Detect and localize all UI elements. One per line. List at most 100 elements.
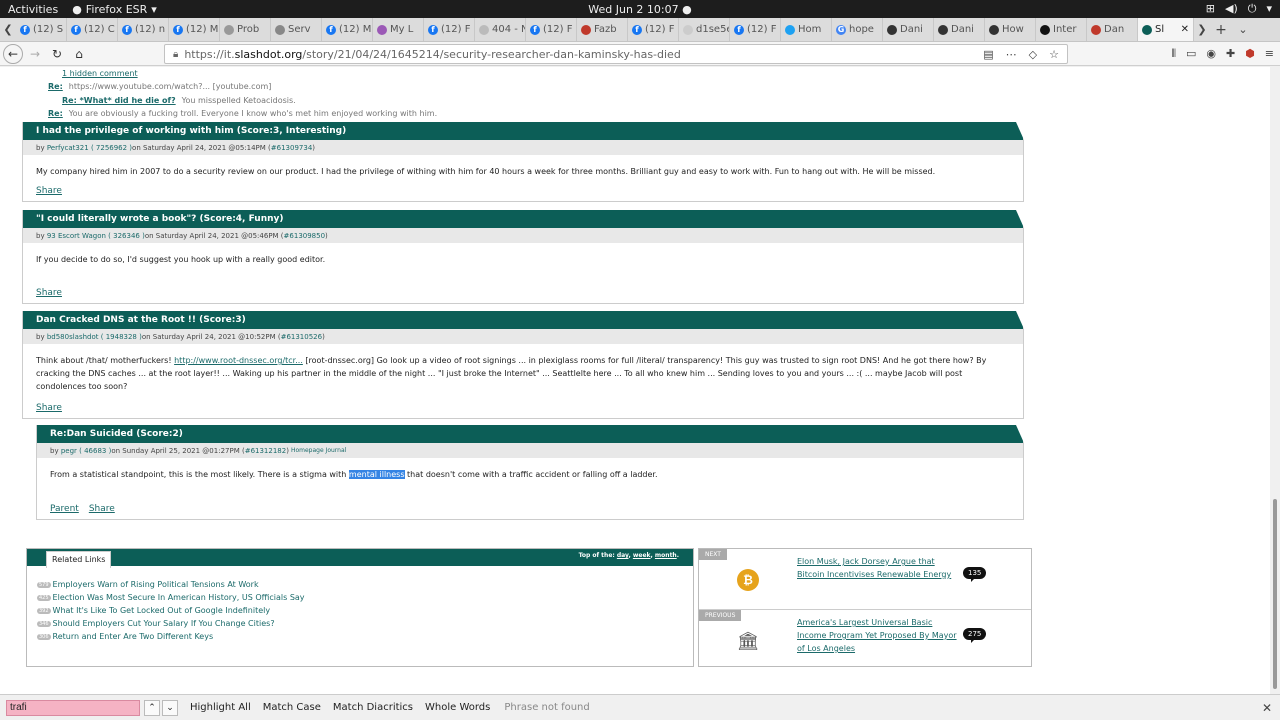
lock-icon[interactable]: 🔒︎ xyxy=(173,49,178,60)
find-next-button[interactable]: ⌄ xyxy=(162,699,178,716)
homepage-journal-link[interactable]: Homepage Journal xyxy=(291,447,346,454)
share-link[interactable]: Share xyxy=(36,288,62,298)
share-link[interactable]: Share xyxy=(36,186,62,196)
tab-scroll-left-button[interactable]: ❮ xyxy=(0,18,16,41)
pocket-icon[interactable]: ◇ xyxy=(1029,48,1037,61)
related-link[interactable]: Return and Enter Are Two Different Keys xyxy=(53,632,214,641)
comment-uid-link[interactable]: ( 7256962 ) xyxy=(91,144,132,152)
comment-author-link[interactable]: Perfycat321 xyxy=(47,144,89,152)
hidden-comment-text[interactable]: 1 hidden comment xyxy=(62,69,138,78)
forward-button[interactable]: → xyxy=(25,44,45,64)
related-link[interactable]: Election Was Most Secure In American His… xyxy=(53,593,305,602)
account-icon[interactable]: ◉ xyxy=(1206,47,1216,61)
close-icon[interactable]: ✕ xyxy=(1262,701,1272,715)
bookmark-star-icon[interactable]: ☆ xyxy=(1049,48,1059,61)
home-button[interactable]: ⌂ xyxy=(69,44,89,64)
comment-title[interactable]: Dan Cracked DNS at the Root !! (Score:3) xyxy=(23,311,1024,329)
browser-tab[interactable]: Fazb xyxy=(577,18,628,41)
comment-id-link[interactable]: #61310526 xyxy=(281,333,323,341)
browser-tab[interactable]: Prob xyxy=(220,18,271,41)
reader-view-icon[interactable]: ▤ xyxy=(983,48,993,61)
browser-tab[interactable]: Serv xyxy=(271,18,322,41)
tab-related-links[interactable]: Related Links xyxy=(46,551,112,568)
close-tab-icon[interactable]: ✕ xyxy=(1181,24,1189,35)
top-week-link[interactable]: week xyxy=(633,552,651,559)
find-previous-button[interactable]: ⌃ xyxy=(144,699,160,716)
top-day-link[interactable]: day xyxy=(617,552,629,559)
external-link[interactable]: http://www.root-dnssec.org/tcr... xyxy=(174,356,303,365)
browser-tab[interactable]: f (12) F xyxy=(526,18,577,41)
share-link[interactable]: Share xyxy=(36,403,62,413)
app-menu[interactable]: ● Firefox ESR ▾ xyxy=(72,3,157,16)
scrollbar-thumb[interactable] xyxy=(1273,499,1277,689)
comment-uid-link[interactable]: ( 1948328 ) xyxy=(101,333,142,341)
related-link[interactable]: Employers Warn of Rising Political Tensi… xyxy=(53,580,259,589)
comment-title[interactable]: "I could literally wrote a book"? (Score… xyxy=(23,210,1024,228)
comment-id-link[interactable]: #61312182 xyxy=(245,447,287,455)
page-scrollbar[interactable] xyxy=(1270,67,1280,694)
top-month-link[interactable]: month xyxy=(655,552,677,559)
browser-tab[interactable]: How xyxy=(985,18,1036,41)
reply-link[interactable]: Re: *What* did he die of? xyxy=(62,96,176,105)
page-actions-icon[interactable]: ⋯ xyxy=(1006,48,1017,61)
next-story-link[interactable]: Elon Musk, Jack Dorsey Argue that Bitcoi… xyxy=(797,555,961,581)
activities-button[interactable]: Activities xyxy=(8,3,58,16)
parent-link[interactable]: Parent xyxy=(50,504,79,514)
browser-tab[interactable]: Dan xyxy=(1087,18,1138,41)
comment-uid-link[interactable]: ( 326346 ) xyxy=(108,232,145,240)
browser-tab[interactable]: f (12) M xyxy=(322,18,373,41)
browser-tab[interactable]: f (12) M xyxy=(169,18,220,41)
comment-count-badge[interactable]: 135 xyxy=(963,567,987,582)
reload-button[interactable]: ↻ xyxy=(47,44,67,64)
comment-count-badge[interactable]: 275 xyxy=(963,628,987,643)
comment-author-link[interactable]: 93 Escort Wagon xyxy=(47,232,106,240)
browser-tab[interactable]: 404 - N xyxy=(475,18,526,41)
meta-close: ) xyxy=(312,143,316,152)
browser-tab[interactable]: Sl ✕ xyxy=(1138,18,1194,41)
related-link[interactable]: Should Employers Cut Your Salary If You … xyxy=(53,619,275,628)
sidebar-icon[interactable]: ▭ xyxy=(1186,47,1196,61)
comment-author-link[interactable]: pegr xyxy=(61,447,77,455)
browser-tab[interactable]: Hom xyxy=(781,18,832,41)
browser-tab[interactable]: f (12) F xyxy=(730,18,781,41)
browser-tab[interactable]: f (12) C xyxy=(67,18,118,41)
match-case-checkbox[interactable]: Match Case xyxy=(263,702,321,713)
tab-list-button[interactable]: ⌄ xyxy=(1232,18,1254,41)
browser-tab[interactable]: My L xyxy=(373,18,424,41)
match-diacritics-checkbox[interactable]: Match Diacritics xyxy=(333,702,413,713)
comment-id-link[interactable]: #61309850 xyxy=(284,232,326,240)
url-bar[interactable]: 🔒︎ https://it.slashdot.org/story/21/04/2… xyxy=(164,44,1068,64)
extension-icon[interactable]: ✚ xyxy=(1226,47,1235,61)
related-link[interactable]: What It's Like To Get Locked Out of Goog… xyxy=(53,606,271,615)
library-icon[interactable]: ⫴ xyxy=(1171,47,1176,61)
menu-icon[interactable]: ≡ xyxy=(1265,47,1274,61)
whole-words-checkbox[interactable]: Whole Words xyxy=(425,702,490,713)
share-link[interactable]: Share xyxy=(89,504,115,514)
browser-tab[interactable]: Ghope xyxy=(832,18,883,41)
comment-title[interactable]: Re:Dan Suicided (Score:2) xyxy=(37,425,1024,443)
find-input[interactable] xyxy=(6,699,140,716)
comment-uid-link[interactable]: ( 46683 ) xyxy=(79,447,111,455)
browser-tab[interactable]: f (12) F xyxy=(628,18,679,41)
reply-link[interactable]: Re: xyxy=(48,82,63,91)
browser-tab[interactable]: Inter xyxy=(1036,18,1087,41)
browser-tab[interactable]: f (12) F xyxy=(424,18,475,41)
clock[interactable]: Wed Jun 2 10:07 ● xyxy=(0,3,1280,16)
browser-tab[interactable]: f (12) S xyxy=(16,18,67,41)
new-tab-button[interactable]: + xyxy=(1210,18,1232,41)
browser-tab[interactable]: f (12) n xyxy=(118,18,169,41)
hidden-comment-link[interactable]: 1 hidden comment xyxy=(62,69,138,78)
ublock-icon[interactable]: ⬢ xyxy=(1245,47,1255,61)
comment-author-link[interactable]: bd580slashdot xyxy=(47,333,99,341)
comment-title[interactable]: I had the privilege of working with him … xyxy=(23,122,1024,140)
comment-id-link[interactable]: #61309734 xyxy=(271,144,313,152)
previous-story-link[interactable]: America's Largest Universal Basic Income… xyxy=(797,616,961,655)
browser-tab[interactable]: Dani xyxy=(883,18,934,41)
back-button[interactable]: ← xyxy=(3,43,23,64)
browser-tab[interactable]: d1se5en xyxy=(679,18,730,41)
tab-scroll-right-button[interactable]: ❯ xyxy=(1194,18,1210,41)
highlight-all-checkbox[interactable]: Highlight All xyxy=(190,702,251,713)
reply-link[interactable]: Re: xyxy=(48,109,63,118)
browser-tab[interactable]: Dani xyxy=(934,18,985,41)
system-tray[interactable]: ⊞ ◀) ⏻ ▾ xyxy=(1206,2,1272,16)
